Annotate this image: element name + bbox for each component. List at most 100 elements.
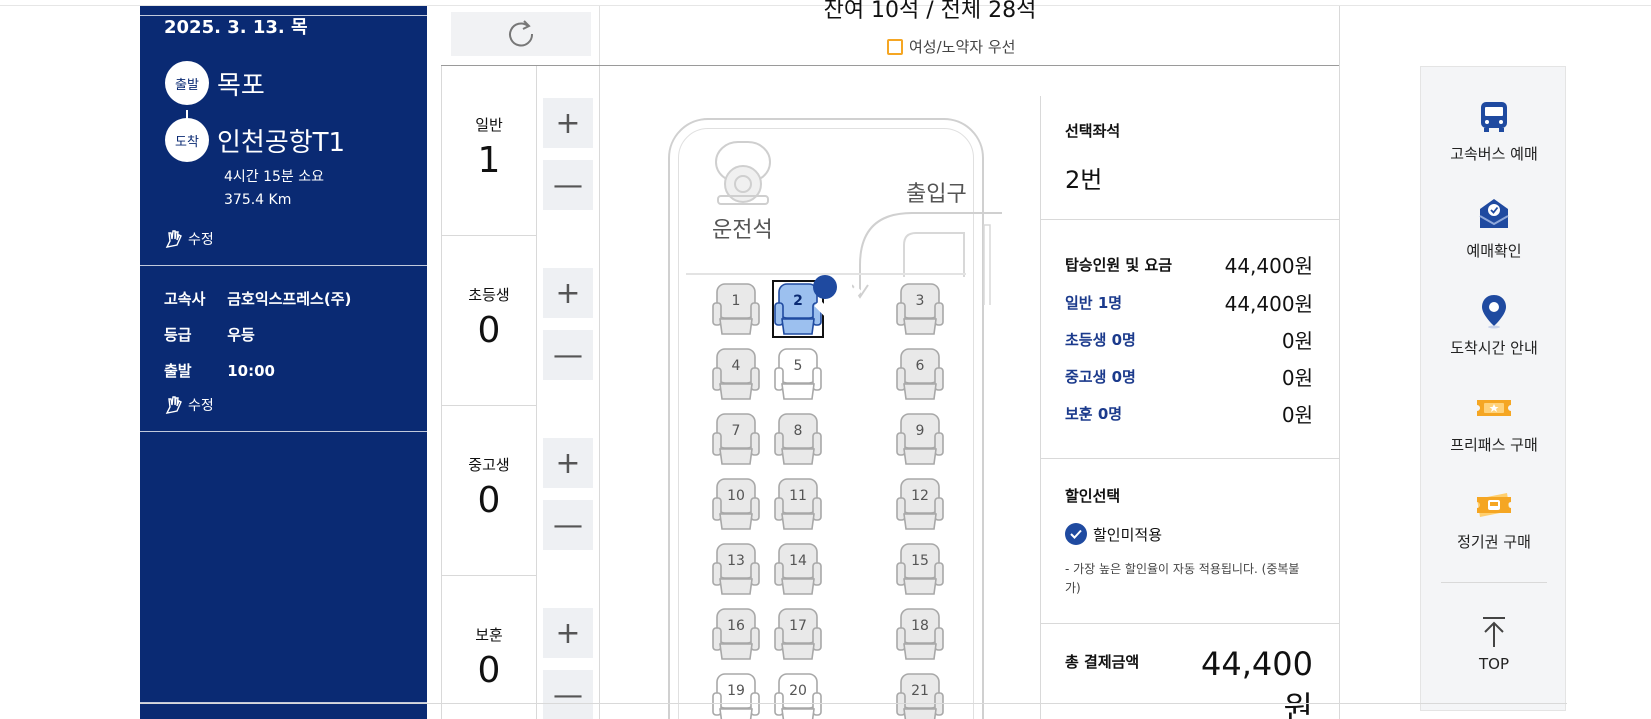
quick-menu-reservation-check[interactable]: 예매확인 [1421, 194, 1567, 261]
edit-bus-button[interactable]: 수정 [164, 395, 214, 415]
arrival-badge: 도착 [165, 118, 209, 162]
trip-duration: 4시간 15분 소요 [224, 169, 325, 185]
passenger-row-veteran: 보훈 0 + — [442, 576, 600, 719]
seat-number: 6 [915, 358, 925, 374]
seat-20[interactable]: 20 [773, 671, 823, 719]
passenger-selector: 일반 1 + — 초등생 0 + — 중고생 0 + — 보훈 0 + — [441, 66, 600, 719]
fare-label: 보훈 0명 [1065, 405, 1123, 423]
divider [1040, 623, 1339, 624]
seat-shape [896, 348, 944, 400]
divider [140, 15, 427, 16]
refresh-icon [509, 20, 534, 47]
bus-company-key: 고속사 [164, 290, 206, 308]
seat-selected-check-icon [813, 275, 862, 324]
fare-label: 중고생 0명 [1065, 368, 1136, 386]
fare-amount: 0원 [1281, 329, 1313, 353]
passenger-type-label: 보훈 [475, 626, 503, 644]
seat-number: 21 [911, 683, 929, 699]
quick-menu-label: 프리패스 구매 [1450, 436, 1538, 454]
increase-button[interactable]: + [543, 608, 593, 658]
quick-menu-arrival-time[interactable]: 도착시간 안내 [1421, 291, 1567, 358]
seat-number: 16 [727, 618, 745, 634]
seat-15[interactable]: 15 [895, 541, 945, 597]
seat-4[interactable]: 4 [711, 346, 761, 402]
ticket-check-icon [1479, 199, 1509, 228]
edit-route-button[interactable]: 수정 [164, 229, 214, 249]
seat-18[interactable]: 18 [895, 606, 945, 662]
quick-menu-label: 예매확인 [1466, 242, 1522, 260]
divider [140, 703, 1567, 704]
increase-button[interactable]: + [543, 438, 593, 488]
location-pin-icon [1482, 295, 1506, 329]
passenger-count: 1 [477, 140, 501, 181]
bus-company-value: 금호익스프레스(주) [227, 290, 352, 308]
bus-grade-row: 등급 우등 [164, 324, 255, 345]
seat-5[interactable]: 5 [773, 346, 823, 402]
quick-menu-label: 도착시간 안내 [1450, 339, 1538, 357]
seat-10[interactable]: 10 [711, 476, 761, 532]
total-label: 총 결제금액 [1065, 653, 1140, 671]
seat-9[interactable]: 9 [895, 411, 945, 467]
discount-option-label: 할인미적용 [1093, 525, 1163, 544]
increase-button[interactable]: + [543, 98, 593, 148]
divider [599, 6, 600, 66]
seat-13[interactable]: 13 [711, 541, 761, 597]
fare-amount: 44,400원 [1224, 292, 1313, 316]
fare-total: 44,400원 [1224, 254, 1313, 278]
departure-badge: 출발 [165, 61, 209, 105]
departure-terminal: 목포 [217, 71, 265, 101]
decrease-button[interactable]: — [543, 160, 593, 210]
quick-menu: 고속버스 예매 예매확인 도착시간 안내 프리패스 구매 정기권 구매 TOP [1420, 66, 1566, 711]
seat-number: 15 [911, 553, 929, 569]
seat-shape [774, 413, 822, 465]
seat-3[interactable]: 3 [895, 281, 945, 337]
seat-19[interactable]: 19 [711, 671, 761, 719]
quick-menu-season-ticket[interactable]: 정기권 구매 [1421, 485, 1567, 552]
quick-menu-freepass[interactable]: 프리패스 구매 [1421, 388, 1567, 455]
seat-11[interactable]: 11 [773, 476, 823, 532]
seat-1[interactable]: 1 [711, 281, 761, 337]
seat-number: 12 [911, 488, 929, 504]
seat-number: 1 [731, 293, 741, 309]
seat-number: 17 [789, 618, 807, 634]
seat-number: 19 [727, 683, 745, 699]
decrease-button[interactable]: — [543, 330, 593, 380]
seat-number: 5 [793, 358, 803, 374]
seat-8[interactable]: 8 [773, 411, 823, 467]
seat-number: 10 [727, 488, 745, 504]
quick-menu-label: 고속버스 예매 [1450, 145, 1538, 163]
arrow-up-icon [1483, 617, 1505, 647]
seat-number: 20 [789, 683, 807, 699]
seat-12[interactable]: 12 [895, 476, 945, 532]
passenger-type-label: 초등생 [468, 286, 510, 304]
bus-grade-value: 우등 [227, 326, 255, 344]
season-ticket-icon [1477, 493, 1511, 517]
booking-page: 2025. 3. 13. 목 출발 목포 도착 인천공항T1 4시간 15분 소… [0, 0, 1651, 719]
decrease-button[interactable]: — [543, 670, 593, 719]
seat-number: 7 [731, 423, 741, 439]
increase-button[interactable]: + [543, 268, 593, 318]
refresh-button[interactable] [451, 12, 591, 56]
seat-16[interactable]: 16 [711, 606, 761, 662]
seat-14[interactable]: 14 [773, 541, 823, 597]
seat-17[interactable]: 17 [773, 606, 823, 662]
seat-7[interactable]: 7 [711, 411, 761, 467]
fare-row: 초등생 0명 0원 [1065, 325, 1313, 354]
passenger-row-general: 일반 1 + — [442, 66, 600, 236]
depart-time-value: 10:00 [227, 362, 275, 380]
seat-number: 18 [911, 618, 929, 634]
seat-shape [712, 348, 760, 400]
seat-shape [896, 478, 944, 530]
seat-21[interactable]: 21 [895, 671, 945, 719]
seat-6[interactable]: 6 [895, 346, 945, 402]
seat-2[interactable]: 2 [772, 275, 862, 338]
divider [140, 265, 427, 266]
selected-seat-value: 2번 [1065, 166, 1103, 194]
scroll-top-button[interactable]: TOP [1421, 615, 1567, 673]
decrease-button[interactable]: — [543, 500, 593, 550]
quick-menu-bus-booking[interactable]: 고속버스 예매 [1421, 97, 1567, 164]
divider [1339, 6, 1340, 719]
bus-company-row: 고속사 금호익스프레스(주) [164, 288, 351, 309]
seat-number: 11 [789, 488, 807, 504]
discount-option[interactable]: 할인미적용 [1065, 523, 1162, 545]
